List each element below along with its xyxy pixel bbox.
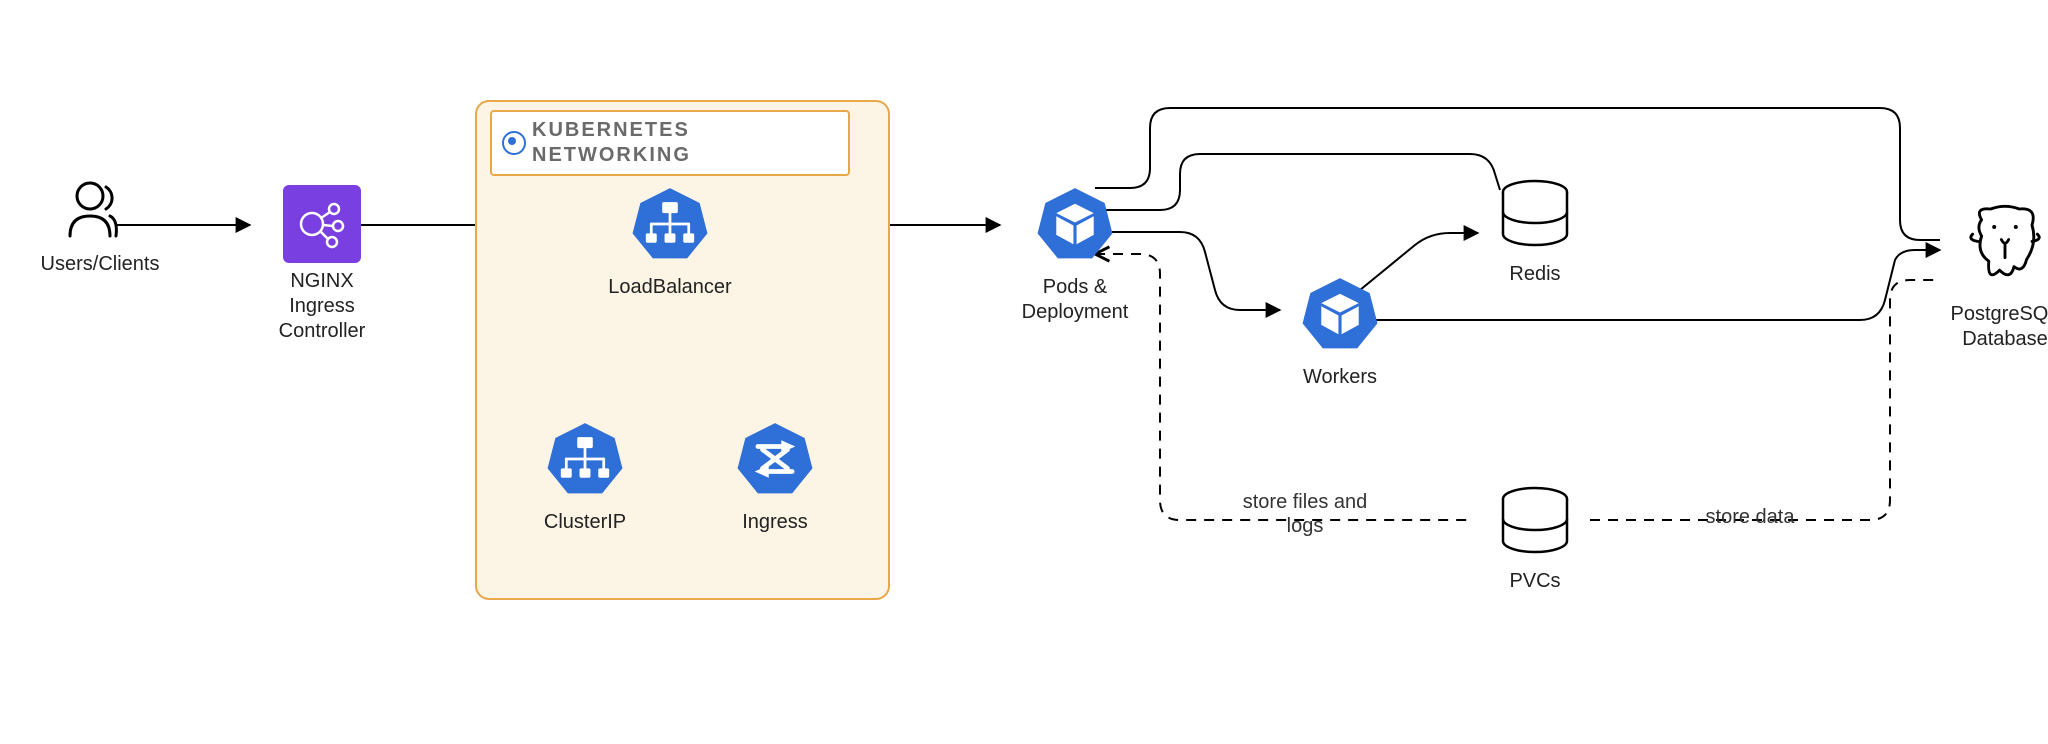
ingress-node: Ingress <box>700 420 850 535</box>
kubernetes-networking-title: KUBERNETES NETWORKING <box>490 110 850 176</box>
workers-label: Workers <box>1275 365 1405 390</box>
pvcs-node: PVCs <box>1475 485 1595 594</box>
pvcs-icon <box>1496 485 1574 563</box>
loadbalancer-icon <box>631 185 709 263</box>
pods-label: Pods & Deployment <box>990 275 1160 325</box>
edge-label-store-files: store files and logs <box>1205 490 1405 538</box>
ingress-icon <box>736 420 814 498</box>
pods-deployment-node: Pods & Deployment <box>990 185 1160 325</box>
nginx-icon <box>283 185 361 263</box>
postgres-icon <box>1960 200 2048 290</box>
kubernetes-icon <box>502 131 526 155</box>
redis-label: Redis <box>1475 262 1595 287</box>
workers-node: Workers <box>1275 275 1405 390</box>
clusterip-label: ClusterIP <box>510 510 660 535</box>
nginx-label: NGINX Ingress Controller <box>252 269 392 344</box>
loadbalancer-node: LoadBalancer <box>585 185 755 300</box>
workers-icon <box>1301 275 1379 353</box>
users-icon <box>60 178 140 240</box>
clusterip-node: ClusterIP <box>510 420 660 535</box>
users-clients-node: Users/Clients <box>20 178 180 277</box>
connections-layer <box>0 0 2048 744</box>
clusterip-icon <box>546 420 624 498</box>
ingress-label: Ingress <box>700 510 850 535</box>
users-label: Users/Clients <box>20 252 180 277</box>
postgres-label: PostgreSQL Database <box>1920 302 2048 352</box>
loadbalancer-label: LoadBalancer <box>585 275 755 300</box>
redis-node: Redis <box>1475 178 1595 287</box>
group-title-text: KUBERNETES NETWORKING <box>532 119 691 166</box>
redis-icon <box>1496 178 1574 256</box>
postgresql-node: PostgreSQL Database <box>1920 200 2048 352</box>
pvcs-label: PVCs <box>1475 569 1595 594</box>
pods-icon <box>1036 185 1114 263</box>
nginx-ingress-node: NGINX Ingress Controller <box>252 185 392 344</box>
edge-label-store-data: store data <box>1680 505 1820 529</box>
